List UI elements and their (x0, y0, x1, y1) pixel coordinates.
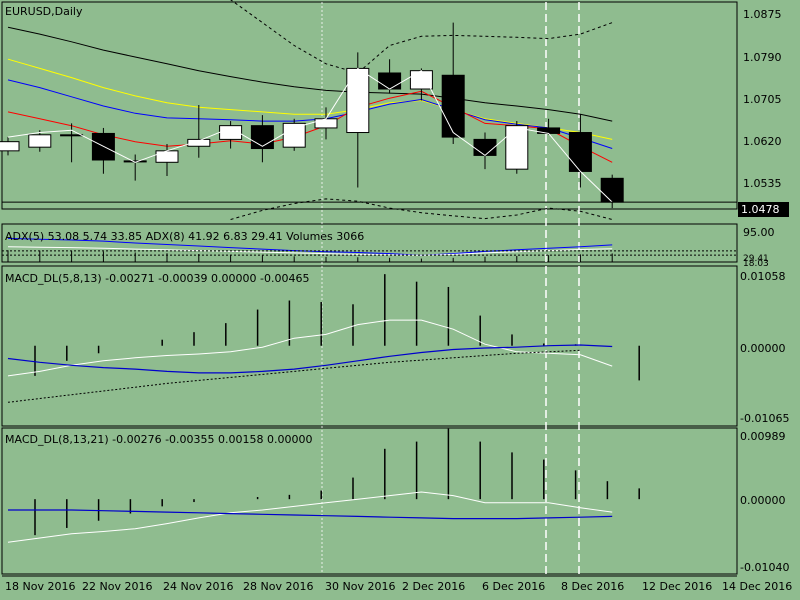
panel-frame (1, 265, 738, 427)
macd2-panel-title: MACD_DL(8,13,21) -0.00276 -0.00355 0.001… (5, 433, 313, 446)
candle-body (60, 134, 84, 137)
adx-axis-label: 18.03 (743, 259, 769, 269)
price-axis-label: 1.0620 (743, 135, 782, 148)
candle-body (314, 118, 338, 129)
symbol-label: EURUSD,Daily (5, 5, 83, 18)
date-axis-label: 2 Dec 2016 (402, 580, 466, 593)
adx-panel-title: ADX(5) 53.08 5.74 33.85 ADX(8) 41.92 6.8… (5, 230, 365, 243)
date-axis-label: 12 Dec 2016 (642, 580, 713, 593)
adx-axis-label: 95.00 (743, 226, 775, 239)
macd2-axis-label: -0.01040 (740, 561, 790, 574)
macd1-axis-label: 0.01058 (740, 270, 786, 283)
macd1-dotted-line (7, 349, 581, 403)
date-axis-label: 6 Dec 2016 (482, 580, 546, 593)
candle-body (250, 125, 274, 150)
candle-body (0, 141, 20, 152)
macd1-panel-title: MACD_DL(5,8,13) -0.00271 -0.00039 0.0000… (5, 272, 310, 285)
candle-body (600, 177, 624, 203)
candle-body (282, 122, 306, 148)
candle-body (568, 132, 592, 172)
price-axis-label: 1.0535 (743, 177, 782, 190)
candle-body (505, 125, 529, 170)
chart-canvas[interactable] (0, 0, 800, 600)
macd2-axis-label: 0.00000 (740, 494, 786, 507)
date-axis-label: 22 Nov 2016 (82, 580, 153, 593)
panel-frame (1, 427, 738, 575)
date-axis-label: 8 Dec 2016 (561, 580, 625, 593)
candle-body (378, 72, 402, 90)
date-axis-label: 28 Nov 2016 (243, 580, 314, 593)
macd1-axis-label: -0.01065 (740, 412, 790, 425)
candle-body (28, 134, 52, 148)
candle-body (346, 67, 370, 134)
panel-frame (1, 1, 738, 210)
date-axis-label: 30 Nov 2016 (325, 580, 396, 593)
candle-body (155, 150, 179, 163)
date-axis-label: 24 Nov 2016 (163, 580, 234, 593)
envelope-upper-line (230, 0, 613, 74)
candle-body (441, 74, 465, 138)
chart-window[interactable]: EURUSD,Daily ADX(5) 53.08 5.74 33.85 ADX… (0, 0, 800, 600)
candle-body (473, 138, 497, 156)
candle-body (537, 127, 561, 134)
current-price-tag: 1.0478 (738, 202, 789, 217)
macd1-axis-label: 0.00000 (740, 342, 786, 355)
ma-slow-line (7, 26, 613, 122)
price-axis-label: 1.0790 (743, 51, 782, 64)
date-axis-label: 14 Dec 2016 (722, 580, 793, 593)
macd2-axis-label: 0.00989 (740, 430, 786, 443)
price-axis-label: 1.0705 (743, 93, 782, 106)
price-axis-label: 1.0875 (743, 8, 782, 21)
date-axis-label: 18 Nov 2016 (5, 580, 76, 593)
